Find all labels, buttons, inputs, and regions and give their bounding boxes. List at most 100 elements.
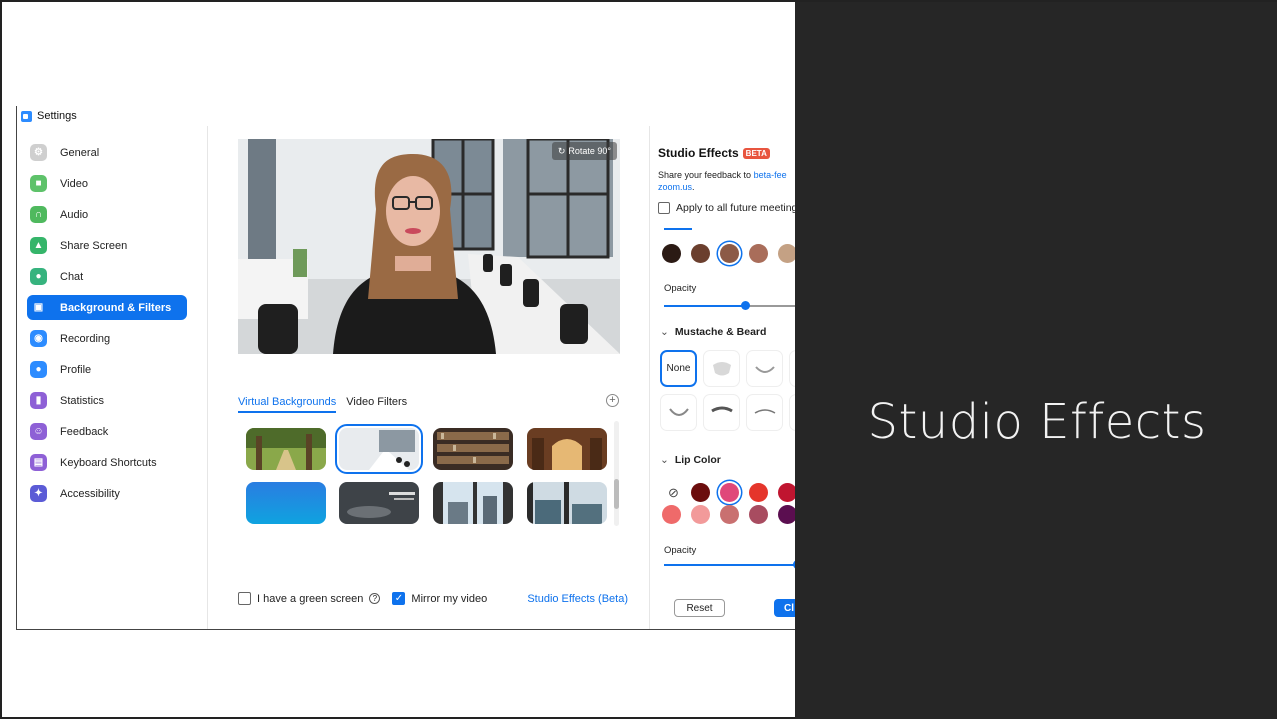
sidebar-item-keyboard-shortcuts[interactable]: ▤ Keyboard Shortcuts bbox=[27, 450, 187, 475]
lip-color-swatch[interactable] bbox=[720, 505, 739, 524]
add-background-button[interactable]: + bbox=[606, 394, 619, 407]
mustache-style-1[interactable] bbox=[703, 350, 740, 387]
brow-color-swatch[interactable] bbox=[691, 244, 710, 263]
lip-color-swatch[interactable] bbox=[778, 505, 795, 524]
slide-title-panel: Studio Effects bbox=[795, 2, 1277, 719]
lip-color-swatch[interactable] bbox=[662, 505, 681, 524]
feedback-text: Share your feedback to beta-fee zoom.us. bbox=[658, 169, 787, 193]
sidebar-item-label: Video bbox=[60, 177, 88, 190]
settings-sidebar: ⚙ General ■ Video ∩ Audio ▲ Share Screen ● Chat ▣ B… bbox=[17, 126, 208, 629]
mustache-style-5[interactable] bbox=[703, 394, 740, 431]
apply-all-label: Apply to all future meeting bbox=[676, 202, 795, 214]
keyboard-icon: ▤ bbox=[30, 454, 47, 471]
sidebar-item-chat[interactable]: ● Chat bbox=[27, 264, 187, 289]
sidebar-item-accessibility[interactable]: ✦ Accessibility bbox=[27, 481, 187, 506]
sidebar-item-video[interactable]: ■ Video bbox=[27, 171, 187, 196]
bottom-options: I have a green screen ? ✓ Mirror my vide… bbox=[238, 592, 628, 605]
zoom-logo-icon bbox=[21, 110, 32, 122]
mustache-style-2[interactable] bbox=[746, 350, 783, 387]
slide: Settings ⚙ General ■ Video ∩ Audio ▲ Share Scre… bbox=[0, 0, 1277, 719]
lip-color-swatch[interactable] bbox=[691, 483, 710, 502]
feedback-email-link[interactable]: beta-fee bbox=[754, 170, 787, 180]
brow-color-swatch[interactable] bbox=[662, 244, 681, 263]
lip-color-swatch[interactable] bbox=[749, 505, 768, 524]
brow-color-swatch[interactable] bbox=[749, 244, 768, 263]
studio-effects-link[interactable]: Studio Effects (Beta) bbox=[527, 593, 628, 605]
selected-brow-indicator bbox=[664, 228, 692, 230]
brow-opacity-knob[interactable] bbox=[741, 301, 750, 310]
lip-color-swatch[interactable] bbox=[720, 483, 739, 502]
record-icon: ◉ bbox=[30, 330, 47, 347]
sidebar-item-label: Audio bbox=[60, 208, 89, 221]
sidebar-item-label: Share Screen bbox=[60, 239, 128, 252]
background-thumbnail-dark-room[interactable] bbox=[339, 482, 419, 524]
sidebar-item-feedback[interactable]: ☺ Feedback bbox=[27, 419, 187, 444]
feedback-suffix: . bbox=[692, 182, 695, 192]
brow-color-swatch[interactable] bbox=[720, 244, 739, 263]
background-icon: ▣ bbox=[33, 302, 44, 313]
background-thumbnail-city-window[interactable] bbox=[433, 482, 513, 524]
rotate-button[interactable]: ↻ Rotate 90° bbox=[551, 142, 617, 160]
brow-color-swatch[interactable] bbox=[778, 244, 795, 263]
title-bar: Settings bbox=[17, 106, 795, 126]
brow-opacity-label: Opacity bbox=[664, 283, 697, 294]
close-button[interactable]: Cl bbox=[774, 599, 795, 617]
beard-none-option[interactable]: None bbox=[660, 350, 697, 387]
headphones-icon: ∩ bbox=[30, 206, 47, 223]
tab-virtual-backgrounds[interactable]: Virtual Backgrounds bbox=[238, 396, 337, 413]
sidebar-item-profile[interactable]: ● Profile bbox=[27, 357, 187, 382]
sidebar-item-share-screen[interactable]: ▲ Share Screen bbox=[27, 233, 187, 258]
reset-button[interactable]: Reset bbox=[674, 599, 725, 617]
background-thumbnail-office[interactable] bbox=[335, 424, 423, 474]
background-thumbnail-window-view[interactable] bbox=[527, 482, 607, 524]
lip-opacity-slider[interactable] bbox=[664, 560, 795, 569]
brow-opacity-slider[interactable] bbox=[664, 301, 795, 310]
sidebar-item-label: Profile bbox=[60, 363, 92, 376]
lip-opacity-fill bbox=[664, 564, 795, 566]
share-screen-icon: ▲ bbox=[30, 237, 47, 254]
background-thumbnail-blue-gradient[interactable] bbox=[246, 482, 326, 524]
slide-title: Studio Effects bbox=[867, 394, 1207, 450]
rotate-icon: ↻ bbox=[557, 145, 566, 156]
lip-color-none-icon[interactable]: ⊘ bbox=[664, 483, 683, 502]
background-thumbnail-bookshelf[interactable] bbox=[433, 428, 513, 470]
smile-icon: ☺ bbox=[30, 423, 47, 440]
video-camera-icon: ■ bbox=[30, 175, 47, 192]
scrollbar-thumb[interactable] bbox=[614, 479, 619, 509]
feedback-email-domain-link[interactable]: zoom.us bbox=[658, 182, 692, 192]
window-title: Settings bbox=[37, 110, 77, 122]
apply-all-checkbox[interactable] bbox=[658, 202, 670, 214]
mirror-video-checkbox[interactable]: ✓ bbox=[392, 592, 406, 605]
help-icon[interactable]: ? bbox=[369, 593, 381, 604]
person-icon: ● bbox=[30, 361, 47, 378]
sidebar-item-audio[interactable]: ∩ Audio bbox=[27, 202, 187, 227]
tab-video-filters[interactable]: Video Filters bbox=[346, 396, 407, 413]
background-thumbnail-library-hall[interactable] bbox=[527, 428, 607, 470]
sidebar-item-statistics[interactable]: ▮ Statistics bbox=[27, 388, 187, 413]
lip-color-header[interactable]: ⌄ Lip Color bbox=[660, 454, 721, 466]
sidebar-item-label: General bbox=[60, 146, 100, 159]
lip-color-swatch[interactable] bbox=[778, 483, 795, 502]
mustache-style-6[interactable] bbox=[746, 394, 783, 431]
sidebar-item-label: Keyboard Shortcuts bbox=[60, 456, 157, 469]
lip-color-title: Lip Color bbox=[674, 454, 721, 466]
background-thumbnail-trees[interactable] bbox=[246, 428, 326, 470]
lip-color-swatch[interactable] bbox=[749, 483, 768, 502]
green-screen-checkbox[interactable] bbox=[238, 592, 251, 605]
sidebar-item-background-filters[interactable]: ▣ Background & Filters bbox=[27, 295, 187, 320]
mustache-style-4[interactable] bbox=[660, 394, 697, 431]
thumbnail-scrollbar[interactable] bbox=[614, 421, 619, 526]
chevron-down-icon: ⌄ bbox=[660, 326, 669, 338]
background-tabs: Virtual Backgrounds Video Filters bbox=[238, 396, 407, 413]
sidebar-item-label: Feedback bbox=[60, 425, 109, 438]
lip-color-swatch[interactable] bbox=[691, 505, 710, 524]
sidebar-item-label: Accessibility bbox=[60, 487, 120, 500]
mustache-beard-header[interactable]: ⌄ Mustache & Beard bbox=[660, 326, 766, 338]
studio-effects-panel: Studio Effects BETA Share your feedback t… bbox=[649, 126, 795, 629]
sidebar-item-general[interactable]: ⚙ General bbox=[27, 140, 187, 165]
sidebar-item-recording[interactable]: ◉ Recording bbox=[27, 326, 187, 351]
accessibility-icon: ✦ bbox=[30, 485, 47, 502]
lip-opacity-label: Opacity bbox=[664, 545, 697, 556]
sidebar-item-label: Statistics bbox=[60, 394, 105, 407]
sidebar-item-label: Chat bbox=[60, 270, 84, 283]
